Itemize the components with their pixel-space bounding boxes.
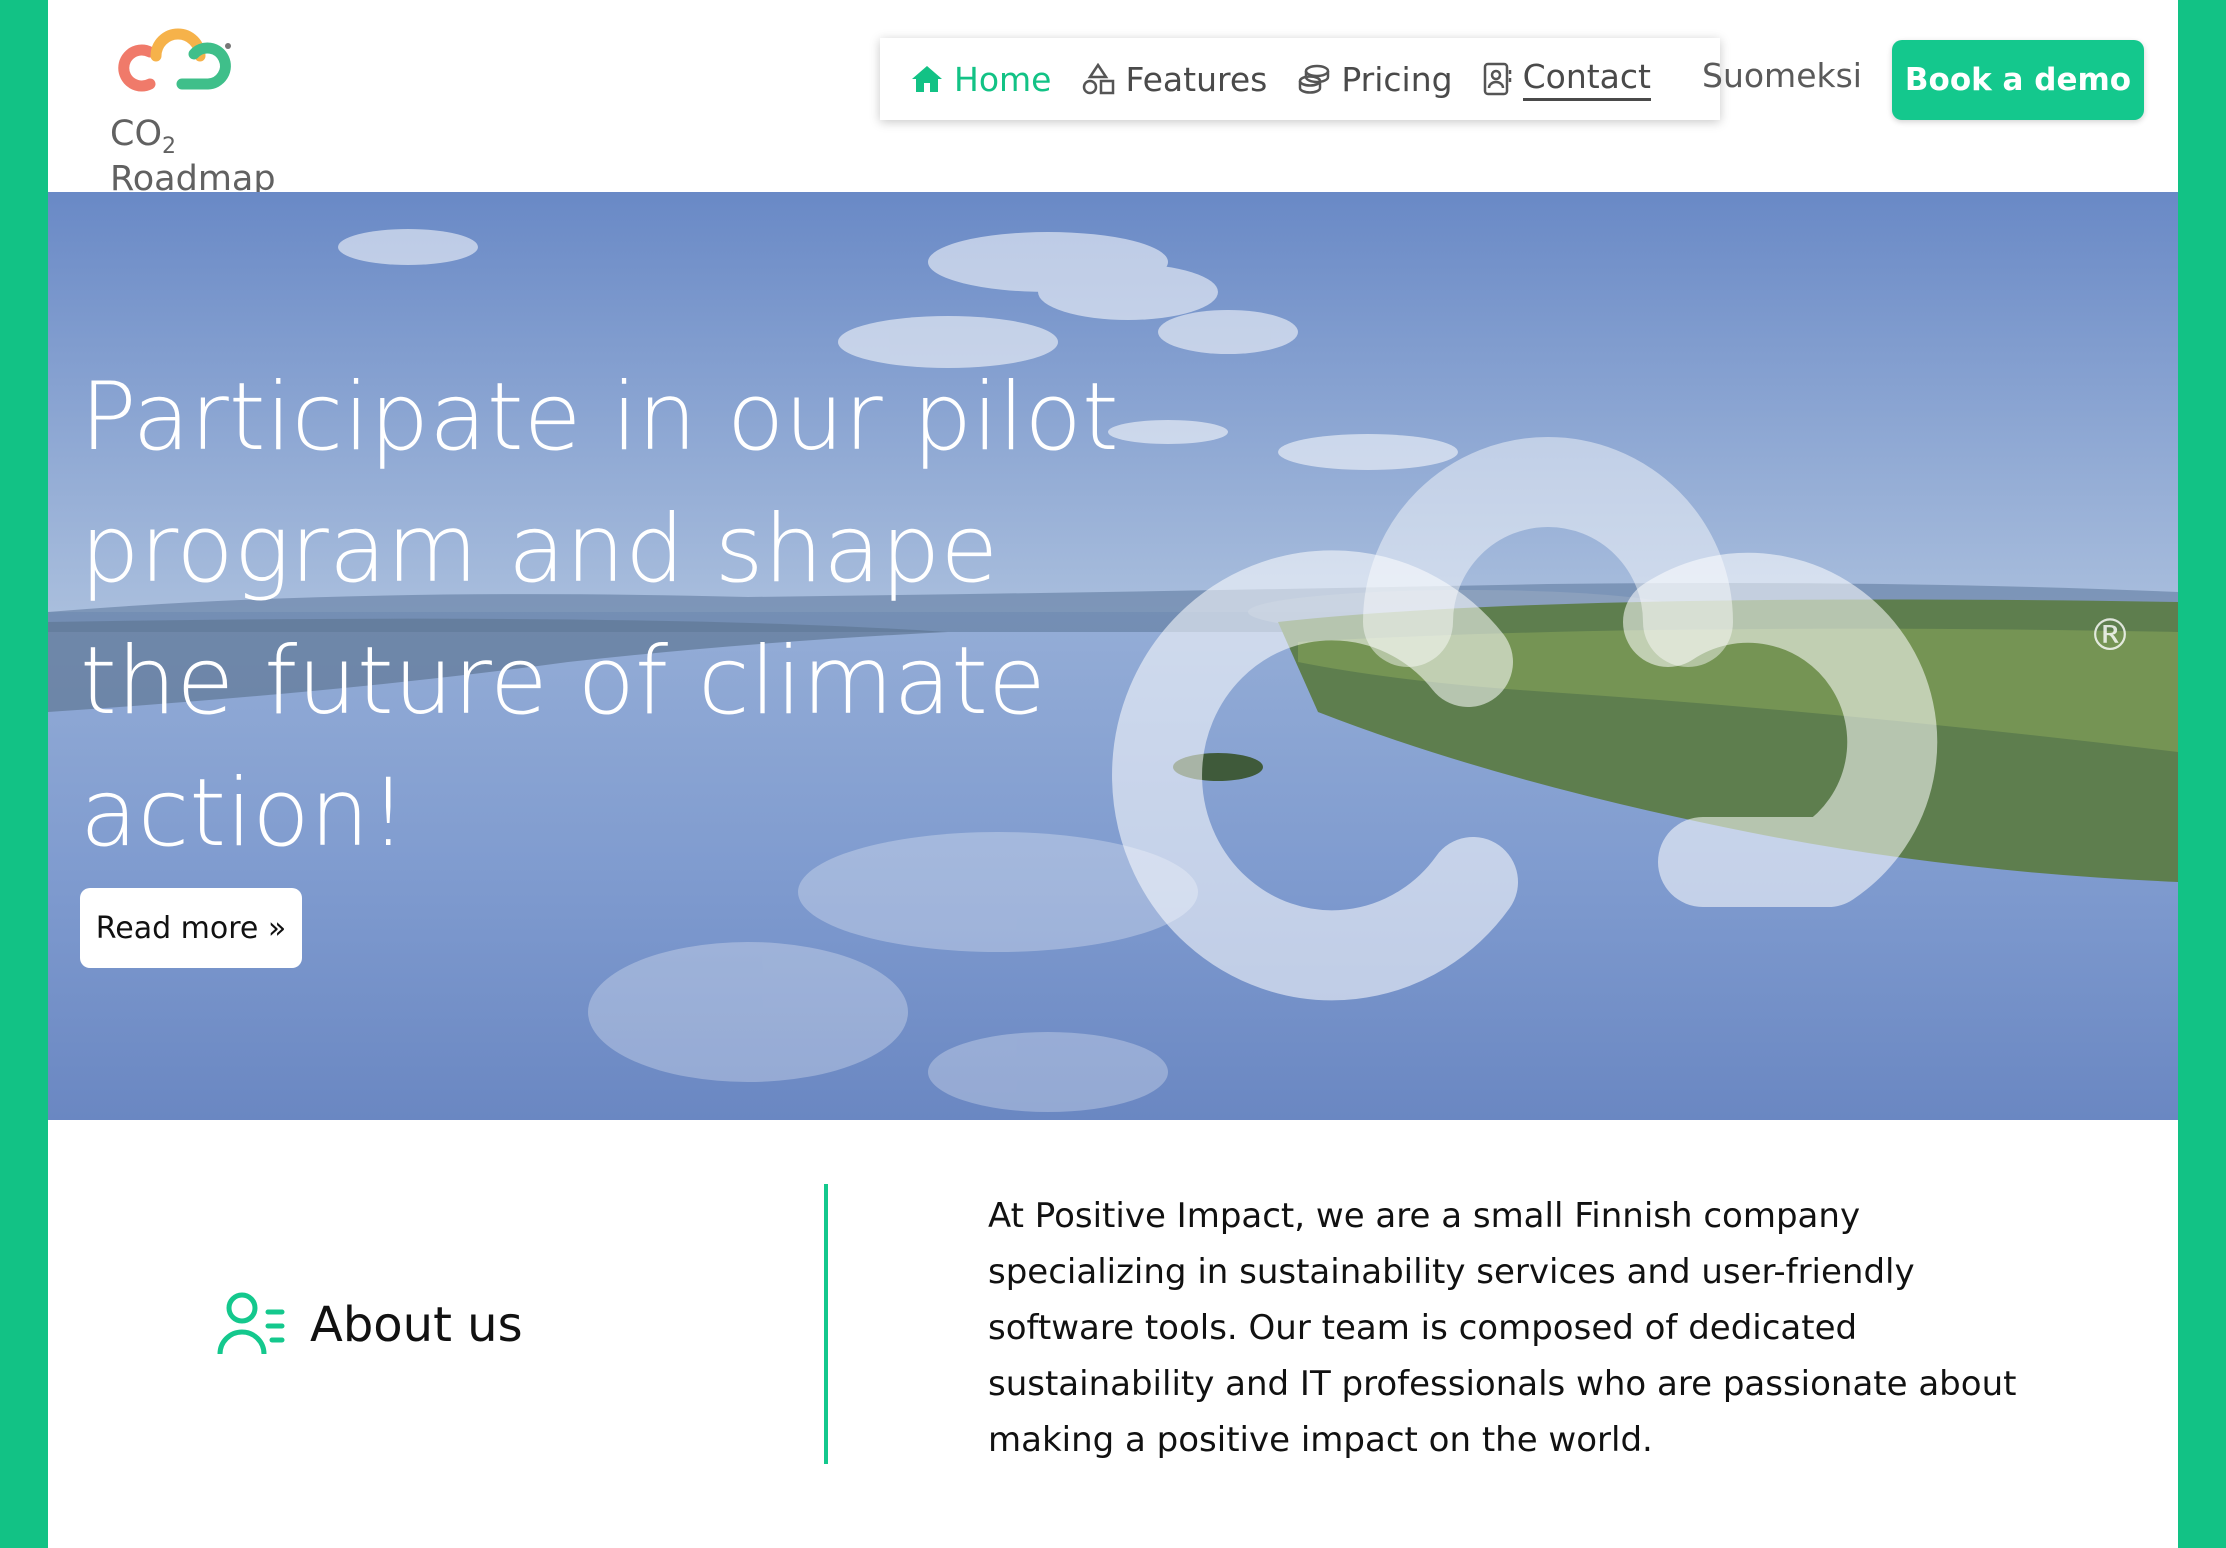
registered-mark: ® [2088, 610, 2132, 661]
about-section: About us At Positive Impact, we are a sm… [48, 1120, 2178, 1548]
home-icon [910, 64, 944, 94]
nav-pricing-label: Pricing [1341, 59, 1453, 99]
about-heading: About us [216, 1290, 523, 1360]
nav-home-label: Home [954, 59, 1052, 99]
main-nav: Home Features Pricing Contact [880, 38, 1720, 120]
about-description: At Positive Impact, we are a small Finni… [988, 1196, 2017, 1460]
shapes-icon [1081, 63, 1115, 95]
read-more-button[interactable]: Read more » [80, 888, 302, 968]
nav-home[interactable]: Home [910, 60, 1051, 99]
nav-features[interactable]: Features [1081, 60, 1267, 99]
language-switch-link[interactable]: Suomeksi [1702, 56, 1862, 95]
co2-logo-icon [118, 28, 231, 92]
about-title: About us [310, 1297, 523, 1353]
nav-features-label: Features [1125, 59, 1268, 99]
coins-icon [1297, 63, 1331, 95]
site-header: CO2 Roadmap Home Features Pricing Contac… [48, 0, 2178, 199]
nav-contact-label: Contact [1522, 57, 1651, 101]
hero-banner: ® Participate in our pilot program and s… [48, 192, 2178, 1120]
book-demo-button[interactable]: Book a demo [1892, 40, 2144, 120]
page: CO2 Roadmap Home Features Pricing Contac… [48, 0, 2178, 1548]
nav-contact[interactable]: Contact [1483, 57, 1651, 101]
logo-wordmark: CO2 Roadmap [110, 114, 276, 199]
section-divider [824, 1184, 828, 1464]
team-list-icon [216, 1290, 286, 1360]
contact-card-icon [1483, 62, 1513, 96]
nav-pricing[interactable]: Pricing [1297, 59, 1453, 99]
co2-roadmap-logo[interactable]: CO2 Roadmap [78, 18, 318, 199]
hero-title: Participate in our pilot program and sha… [80, 363, 1119, 868]
